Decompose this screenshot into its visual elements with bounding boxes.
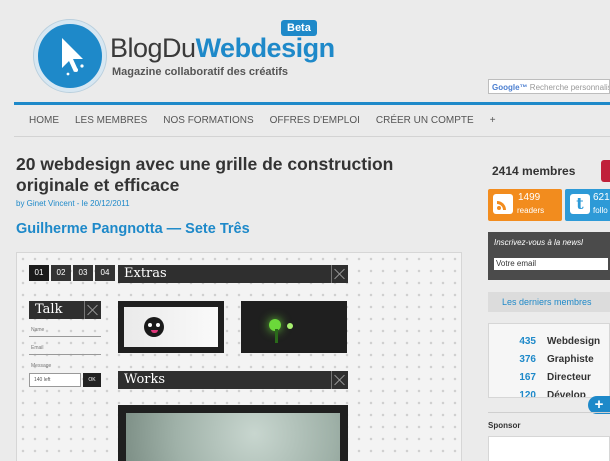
- form-label-name: Name: [31, 327, 45, 333]
- rss-icon: [493, 194, 513, 214]
- page-tab-3: 03: [73, 265, 93, 281]
- stat-number: 120: [519, 390, 536, 398]
- twitter-count: 621: [593, 192, 610, 203]
- search-brand: Google™: [492, 83, 528, 92]
- counter-field: 140 left: [29, 373, 81, 387]
- extras-label: Extras: [124, 266, 167, 281]
- stat-row[interactable]: 435 Webdesign: [489, 336, 600, 347]
- article-subtitle[interactable]: Guilherme Pangnotta — Sete Três: [16, 221, 250, 237]
- ok-button: OK: [83, 373, 101, 387]
- form-field-line: [29, 354, 101, 355]
- stat-row[interactable]: 376 Graphiste: [489, 354, 594, 365]
- stat-label: Directeur: [547, 372, 591, 383]
- member-stats: 435 Webdesign 376 Graphiste 167 Directeur 1…: [488, 323, 610, 398]
- page-tab-1: 01: [29, 265, 49, 281]
- stat-row[interactable]: 167 Directeur: [489, 372, 591, 383]
- twitter-button[interactable]: t 621 follo: [565, 189, 610, 221]
- close-icon: [331, 265, 348, 283]
- search-input[interactable]: Google™ Recherche personnalisée: [488, 79, 610, 94]
- talk-panel: Talk: [29, 301, 101, 319]
- thumbnail-green-lights: [241, 301, 347, 353]
- page-tab-4: 04: [95, 265, 115, 281]
- sponsor-heading: Sponsor: [488, 421, 521, 430]
- nav-item-home[interactable]: HOME: [14, 115, 67, 126]
- form-field-line: [29, 336, 101, 337]
- showcase-image: 01 02 03 04 Talk Name Email Message 140 …: [16, 252, 462, 461]
- stat-label: Webdesign: [547, 336, 601, 347]
- nav-more-button[interactable]: +: [482, 115, 504, 126]
- nav-item-membres[interactable]: LES MEMBRES: [67, 115, 155, 126]
- main-nav: HOME LES MEMBRES NOS FORMATIONS OFFRES D…: [14, 105, 610, 135]
- rss-count: 1499: [518, 192, 541, 203]
- stat-label: Dévelop: [547, 390, 586, 398]
- rss-button[interactable]: 1499 readers: [488, 189, 562, 221]
- article-byline[interactable]: by Ginet Vincent - le 20/12/2011: [16, 199, 130, 208]
- site-tagline: Magazine collaboratif des créatifs: [112, 66, 289, 78]
- article-title[interactable]: 20 webdesign avec une grille de construc…: [16, 154, 406, 196]
- last-members-tab[interactable]: Les derniers membres: [488, 292, 610, 312]
- talk-label: Talk: [35, 302, 63, 317]
- works-label: Works: [124, 372, 166, 387]
- form-label-message: Message: [31, 363, 52, 369]
- beta-badge: Beta: [281, 20, 317, 36]
- close-icon: [331, 371, 348, 389]
- join-button[interactable]: [601, 160, 610, 182]
- page-tab-2: 02: [51, 265, 71, 281]
- extras-panel: Extras: [118, 265, 348, 283]
- newsletter-box: Inscrivez-vous à la newsl Votre email: [488, 232, 610, 280]
- stat-number: 435: [519, 336, 536, 347]
- nav-item-formations[interactable]: NOS FORMATIONS: [155, 115, 261, 126]
- works-panel: Works: [118, 371, 348, 389]
- newsletter-title: Inscrivez-vous à la newsl: [494, 238, 583, 247]
- twitter-icon: t: [570, 194, 590, 214]
- form-label-email: Email: [31, 345, 44, 351]
- rss-label: readers: [517, 206, 545, 215]
- twitter-label: follo: [593, 206, 608, 215]
- search-placeholder: Recherche personnalisée: [529, 83, 609, 92]
- stat-label: Graphiste: [547, 354, 594, 365]
- sponsor-ad[interactable]: [488, 436, 610, 461]
- logo-bold-text: Webdesign: [195, 33, 336, 63]
- logo-icon[interactable]: [34, 20, 106, 92]
- stat-number: 376: [519, 354, 536, 365]
- nav-divider: [14, 136, 610, 137]
- site-logo[interactable]: BlogDuWebdesign: [110, 33, 335, 64]
- newsletter-email-input[interactable]: Votre email: [494, 258, 608, 270]
- close-icon: [84, 301, 101, 319]
- stat-number: 167: [519, 372, 536, 383]
- nav-item-offres-emploi[interactable]: OFFRES D'EMPLOI: [262, 115, 368, 126]
- sponsor-divider: [488, 412, 610, 413]
- members-count[interactable]: 2414 membres: [492, 164, 575, 178]
- thumbnail-works-preview: [118, 405, 348, 461]
- nav-item-creer-compte[interactable]: CRÉER UN COMPTE: [368, 115, 482, 126]
- thumbnail-monster: [118, 301, 224, 353]
- logo-light-text: BlogDu: [110, 33, 196, 63]
- stat-row[interactable]: 120 Dévelop: [489, 390, 586, 398]
